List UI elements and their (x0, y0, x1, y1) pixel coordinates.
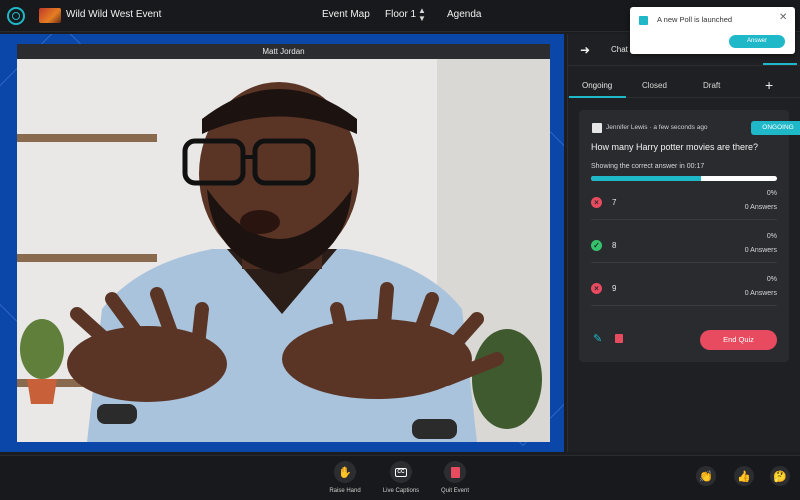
arrow-right-icon[interactable]: ➜ (580, 43, 590, 57)
option-answers: 0 Answers (744, 247, 777, 254)
answer-button[interactable]: Answer (729, 35, 785, 48)
option-label: 7 (612, 198, 617, 207)
event-name: Wild Wild West Event (66, 9, 162, 20)
poll-option[interactable]: × 9 0% 0 Answers (591, 276, 777, 306)
tab-chat[interactable]: Chat (611, 45, 628, 54)
poll-author: Jennifer Lewis (606, 124, 648, 131)
raise-hand-button[interactable]: ✋ Raise Hand (320, 461, 370, 494)
option-percent: 0% (766, 276, 777, 283)
correct-mark-icon: ✓ (591, 240, 602, 251)
app-logo-icon[interactable] (7, 7, 25, 25)
nav-agenda[interactable]: Agenda (447, 9, 481, 20)
poll-notification: A new Poll is launched ✕ Answer (630, 7, 795, 54)
poll-meta: Jennifer Lewis · a few seconds ago (606, 124, 708, 131)
countdown-progress-fill (591, 176, 701, 181)
bar-chart-icon (639, 16, 648, 25)
option-percent: 0% (766, 233, 777, 240)
tab-draft[interactable]: Draft (703, 81, 720, 90)
option-answers: 0 Answers (744, 204, 777, 211)
option-answers: 0 Answers (744, 290, 777, 297)
option-label: 9 (612, 284, 617, 293)
thumbs-up-icon[interactable]: 👍 (734, 466, 754, 486)
clap-icon[interactable]: 👏 (696, 466, 716, 486)
end-quiz-button[interactable]: End Quiz (700, 330, 777, 350)
speaker-video-frame (17, 59, 550, 442)
stage: Matt Jordan (0, 34, 564, 452)
captions-icon: CC (390, 461, 412, 483)
countdown-text: Showing the correct answer in 00:17 (591, 163, 705, 170)
wrong-mark-icon: × (591, 283, 602, 294)
quit-event-button[interactable]: Quit Event (430, 461, 480, 494)
speaker-name: Matt Jordan (17, 44, 550, 59)
live-captions-button[interactable]: CC Live Captions (376, 461, 426, 494)
trash-icon[interactable] (615, 334, 623, 343)
hand-icon: ✋ (334, 461, 356, 483)
subtab-indicator (569, 96, 626, 98)
raise-hand-label: Raise Hand (329, 488, 361, 494)
status-badge: ONGOING (751, 121, 800, 135)
poll-option[interactable]: ✓ 8 0% 0 Answers (591, 233, 777, 263)
poll-card: Jennifer Lewis · a few seconds ago ONGOI… (579, 110, 800, 362)
side-panel: ➜ Chat Ongoing Closed Draft + Jennifer L… (567, 34, 800, 452)
exit-door-icon (444, 461, 466, 483)
tab-ongoing[interactable]: Ongoing (582, 81, 612, 90)
thinking-icon[interactable]: 🤔 (770, 466, 790, 486)
speaker-video: Matt Jordan (17, 44, 550, 442)
wrong-mark-icon: × (591, 197, 602, 208)
live-captions-label: Live Captions (382, 488, 420, 494)
poll-question: How many Harry potter movies are there? (591, 142, 759, 152)
event-thumbnail (39, 8, 61, 23)
chevron-up-down-icon[interactable]: ▲ ▼ (418, 7, 426, 23)
poll-option[interactable]: × 7 0% 0 Answers (591, 190, 777, 220)
option-percent: 0% (766, 190, 777, 197)
app: Wild Wild West Event Event Map Floor 1 ▲… (0, 0, 800, 500)
bar-chart-icon (592, 123, 602, 133)
quit-event-label: Quit Event (440, 488, 469, 494)
tab-closed[interactable]: Closed (642, 81, 667, 90)
countdown-progress (591, 176, 777, 181)
notification-text: A new Poll is launched (657, 15, 733, 24)
poll-time: a few seconds ago (653, 124, 708, 131)
add-poll-button[interactable]: + (765, 77, 773, 93)
close-icon[interactable]: ✕ (779, 12, 787, 23)
edit-pencil-icon[interactable]: ✎ (593, 332, 602, 345)
bottom-bar: ✋ Raise Hand CC Live Captions Quit Event (0, 455, 800, 500)
option-label: 8 (612, 241, 617, 250)
nav-event-map[interactable]: Event Map (322, 9, 370, 20)
nav-floor-select[interactable]: Floor 1 (385, 9, 416, 20)
active-tab-indicator (763, 63, 797, 65)
poll-subtabs: Ongoing Closed Draft + (568, 74, 800, 98)
